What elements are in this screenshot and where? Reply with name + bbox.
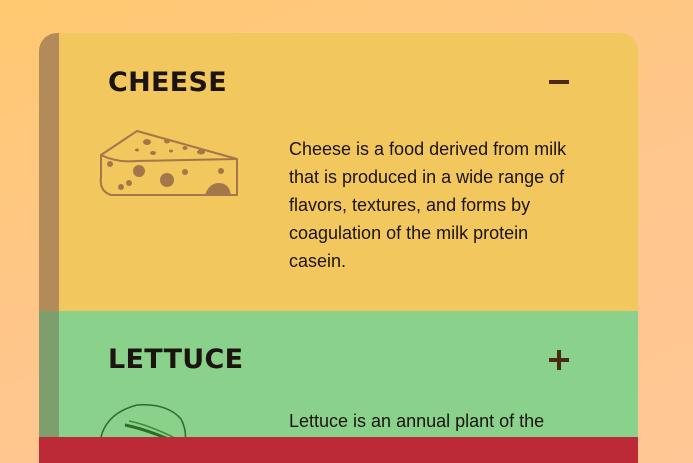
lettuce-title[interactable]: LETTUCE xyxy=(108,344,243,375)
lettuce-icon xyxy=(100,404,187,441)
accordion-item-cheese: CHEESE Cheese is a food derived from mil… xyxy=(39,33,638,311)
accordion: CHEESE Cheese is a food derived from mil… xyxy=(39,33,638,463)
rail-segment-lettuce xyxy=(39,311,59,441)
minus-icon xyxy=(549,80,569,84)
accordion-item-lettuce: LETTUCE Lettuce is an annual plant of th… xyxy=(39,311,638,441)
cheese-title[interactable]: CHEESE xyxy=(108,67,227,98)
rail-segment-cheese xyxy=(39,33,59,311)
cheese-icon xyxy=(99,130,238,196)
cheese-description: Cheese is a food derived from milk that … xyxy=(289,139,567,271)
accordion-side-rail xyxy=(39,33,59,463)
accordion-item-next[interactable] xyxy=(39,437,638,463)
collapse-cheese-button[interactable] xyxy=(545,68,573,96)
expand-lettuce-button[interactable] xyxy=(545,346,573,374)
lettuce-description: Lettuce is an annual plant of the xyxy=(289,411,545,431)
plus-icon xyxy=(557,350,561,370)
